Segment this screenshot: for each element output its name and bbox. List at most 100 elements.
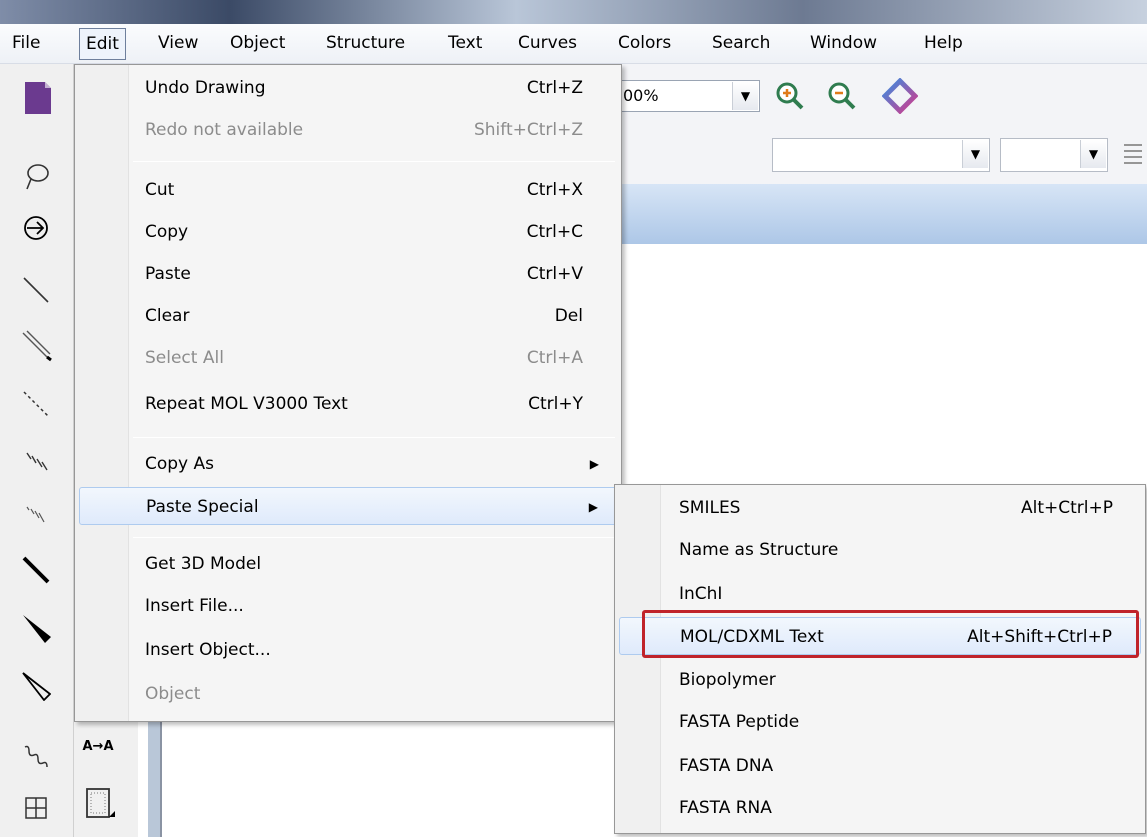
- submenu-arrow-icon: ▶: [589, 457, 599, 471]
- menu-text[interactable]: Text: [442, 28, 488, 60]
- menu-item-label: FASTA Peptide: [679, 712, 800, 732]
- text-label-tool-label: A→A: [82, 738, 114, 754]
- menu-item-paste-special[interactable]: Paste Special ▶: [79, 487, 617, 525]
- window-title-bar: [0, 0, 1147, 24]
- paste-special-submenu: SMILES Alt+Ctrl+P Name as Structure InCh…: [614, 484, 1146, 834]
- menu-item-get-3d-model[interactable]: Get 3D Model: [79, 545, 617, 583]
- wavy-bond-icon[interactable]: [16, 736, 56, 776]
- menu-item-label: FASTA DNA: [679, 756, 774, 776]
- lasso-icon[interactable]: [16, 156, 56, 196]
- menu-item-label: Clear: [145, 306, 190, 326]
- menu-item-clear[interactable]: Clear Del: [79, 297, 617, 335]
- menu-item-shortcut: Ctrl+Z: [526, 78, 583, 98]
- menu-item-fasta-peptide[interactable]: FASTA Peptide: [619, 703, 1141, 741]
- menu-item-shortcut: Ctrl+C: [526, 222, 583, 242]
- menu-item-smiles[interactable]: SMILES Alt+Ctrl+P: [619, 489, 1141, 527]
- menu-view[interactable]: View: [152, 28, 204, 60]
- font-size-select[interactable]: ▼: [1000, 138, 1108, 172]
- menu-item-fasta-rna[interactable]: FASTA RNA: [619, 789, 1141, 827]
- bold-bond-icon[interactable]: [16, 550, 56, 590]
- menu-item-insert-file[interactable]: Insert File...: [79, 587, 617, 625]
- menu-item-paste[interactable]: Paste Ctrl+V: [79, 255, 617, 293]
- menu-structure[interactable]: Structure: [320, 28, 411, 60]
- font-select[interactable]: ▼: [772, 138, 990, 172]
- menu-item-name-as-structure[interactable]: Name as Structure: [619, 531, 1141, 569]
- menu-item-shortcut: Alt+Ctrl+P: [1020, 498, 1113, 518]
- menu-edit[interactable]: Edit: [79, 28, 126, 60]
- text-label-tool[interactable]: A→A: [78, 726, 118, 766]
- menu-curves[interactable]: Curves: [512, 28, 583, 60]
- wedge-bond-icon[interactable]: [16, 608, 56, 648]
- menu-separator: [133, 537, 615, 538]
- table-icon[interactable]: [16, 788, 56, 828]
- menu-item-label: InChI: [679, 584, 723, 604]
- menu-item-cut[interactable]: Cut Ctrl+X: [79, 171, 617, 209]
- menu-item-shortcut: Ctrl+V: [526, 264, 583, 284]
- dotted-rectangle-icon[interactable]: [80, 784, 120, 824]
- menu-item-mol-cdxml-text[interactable]: MOL/CDXML Text Alt+Shift+Ctrl+P: [619, 617, 1141, 655]
- rotate-view-icon[interactable]: [880, 76, 920, 116]
- menu-item-label: Object: [145, 684, 201, 704]
- zoom-select[interactable]: 00% ▼: [620, 80, 760, 112]
- menu-item-label: MOL/CDXML Text: [680, 627, 824, 647]
- menu-item-label: Redo not available: [145, 120, 304, 140]
- menu-item-copy[interactable]: Copy Ctrl+C: [79, 213, 617, 251]
- chevron-down-icon[interactable]: ▼: [962, 140, 988, 168]
- menu-item-label: Insert File...: [145, 596, 244, 616]
- menu-item-label: FASTA RNA: [679, 798, 772, 818]
- menu-item-label: Copy As: [145, 454, 215, 474]
- menu-item-shortcut: Alt+Shift+Ctrl+P: [967, 627, 1112, 647]
- menu-file[interactable]: File: [6, 28, 46, 60]
- dashed-bond-icon[interactable]: [16, 384, 56, 424]
- document-header: [620, 184, 1147, 244]
- menu-item-label: SMILES: [679, 498, 741, 518]
- menu-search[interactable]: Search: [706, 28, 776, 60]
- left-tool-palette: [0, 64, 74, 837]
- menu-item-shortcut: Ctrl+A: [526, 348, 583, 368]
- menu-item-fasta-dna[interactable]: FASTA DNA: [619, 747, 1141, 785]
- menu-separator: [133, 161, 615, 162]
- hollow-wedge-bond-icon[interactable]: [16, 666, 56, 706]
- menu-item-label: Name as Structure: [679, 540, 839, 560]
- menu-item-redo: Redo not available Shift+Ctrl+Z: [79, 111, 617, 149]
- menu-item-label: Biopolymer: [679, 670, 776, 690]
- menu-item-undo-drawing[interactable]: Undo Drawing Ctrl+Z: [79, 69, 617, 107]
- menu-item-repeat-mol-v3000-text[interactable]: Repeat MOL V3000 Text Ctrl+Y: [79, 385, 617, 423]
- menu-item-label: Undo Drawing: [145, 78, 266, 98]
- menu-item-label: Insert Object...: [145, 640, 271, 660]
- menu-item-shortcut: Ctrl+Y: [528, 394, 583, 414]
- zoom-value: 00%: [623, 86, 659, 105]
- single-bond-icon[interactable]: [16, 270, 56, 310]
- hashed-bond-icon[interactable]: [16, 442, 56, 482]
- menu-item-label: Cut: [145, 180, 175, 200]
- menu-object[interactable]: Object: [224, 28, 291, 60]
- menu-item-inchi[interactable]: InChI: [619, 575, 1141, 613]
- menu-window[interactable]: Window: [804, 28, 883, 60]
- hashed-wedge-bond-icon[interactable]: [16, 494, 56, 534]
- menu-item-copy-as[interactable]: Copy As ▶: [79, 445, 617, 483]
- document-icon[interactable]: [18, 78, 58, 118]
- menu-separator: [133, 437, 615, 438]
- align-lines-icon[interactable]: [1122, 140, 1142, 170]
- multiple-bond-icon[interactable]: [16, 326, 56, 366]
- menu-help[interactable]: Help: [918, 28, 969, 60]
- menu-item-shortcut: Del: [554, 306, 583, 326]
- submenu-arrow-icon: ▶: [588, 500, 598, 514]
- menu-item-select-all: Select All Ctrl+A: [79, 339, 617, 377]
- zoom-out-icon[interactable]: [822, 76, 862, 116]
- mass-fragmentation-icon[interactable]: [16, 208, 56, 248]
- menu-item-label: Paste Special: [146, 497, 259, 517]
- chevron-down-icon[interactable]: ▼: [732, 82, 758, 110]
- menu-item-biopolymer[interactable]: Biopolymer: [619, 661, 1141, 699]
- menu-item-object: Object: [79, 675, 617, 713]
- menu-item-shortcut: Shift+Ctrl+Z: [473, 120, 583, 140]
- chevron-down-icon[interactable]: ▼: [1080, 140, 1106, 168]
- menu-item-label: Paste: [145, 264, 191, 284]
- menu-item-label: Get 3D Model: [145, 554, 262, 574]
- menu-bar: File Edit View Object Structure Text Cur…: [0, 24, 1147, 64]
- menu-item-insert-object[interactable]: Insert Object...: [79, 631, 617, 669]
- menu-item-shortcut: Ctrl+X: [526, 180, 583, 200]
- menu-colors[interactable]: Colors: [612, 28, 677, 60]
- menu-item-label: Select All: [145, 348, 224, 368]
- zoom-in-icon[interactable]: [770, 76, 810, 116]
